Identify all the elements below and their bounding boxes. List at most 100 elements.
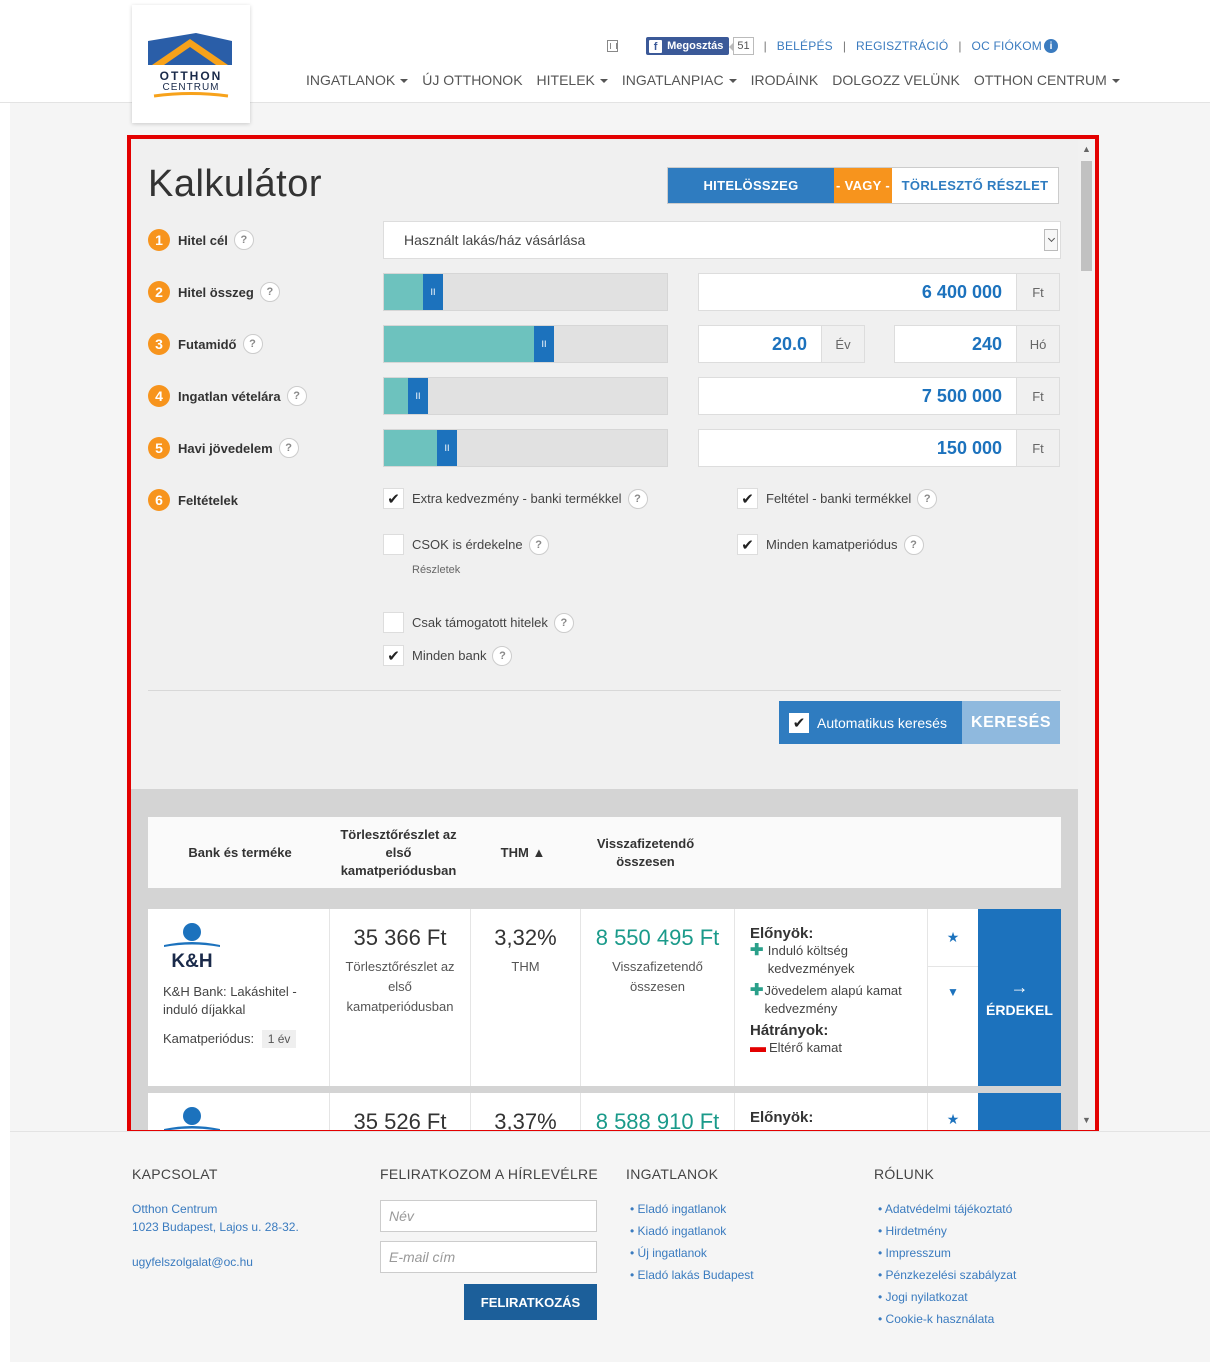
header-installment[interactable]: Törlesztőrészlet az első kamatperiódusba… (331, 826, 466, 880)
nav-item-hitelek[interactable]: HITELEK (537, 72, 608, 88)
product-name[interactable]: K&H Bank: Lakáshitel - induló díjakkal (163, 983, 313, 1019)
term-months-input[interactable]: 240 (894, 325, 1017, 363)
interested-button[interactable]: → ÉRDEKEL (978, 909, 1061, 1086)
pros-title: Előnyök: (750, 925, 814, 942)
account-link[interactable]: OC FIÓKOM (972, 39, 1042, 53)
only-supported-checkbox[interactable]: Csak támogatott hitelek ? (383, 612, 574, 633)
star-icon: ★ (946, 1111, 960, 1127)
top-bar: f Megosztás 51 | BELÉPÉS | REGISZTRÁCIÓ … (607, 36, 1058, 56)
info-icon[interactable]: i (1044, 39, 1058, 53)
footer-newsletter-title: FELIRATKOZOM A HÍRLEVÉLRE (380, 1166, 599, 1182)
otthon-centrum-logo[interactable]: OTTHON CENTRUM (132, 5, 250, 123)
expand-button[interactable]: ▼ (928, 985, 978, 999)
search-button[interactable]: KERESÉS (962, 701, 1060, 744)
newsletter-email-input[interactable]: E-mail cím (380, 1241, 597, 1273)
footer-link[interactable]: • Pénzkezelési szabályzat (878, 1264, 1016, 1286)
login-link[interactable]: BELÉPÉS (777, 39, 833, 53)
chevron-down-icon (1044, 229, 1058, 251)
property-price-slider[interactable]: II (383, 377, 668, 415)
scroll-down-icon[interactable]: ▼ (1082, 1115, 1091, 1125)
monthly-income-slider[interactable]: II (383, 429, 668, 467)
facebook-icon: f (649, 39, 663, 53)
property-price-input[interactable]: 7 500 000 (698, 377, 1017, 415)
all-periods-checkbox[interactable]: ✔ Minden kamatperiódus ? (737, 534, 924, 555)
footer-link[interactable]: • Adatvédelmi tájékoztató (878, 1198, 1016, 1220)
thm-column: 3,32% THM (471, 909, 581, 1086)
help-icon[interactable]: ? (286, 386, 307, 406)
mode-loan-amount-button[interactable]: HITELÖSSZEG (668, 168, 834, 203)
nav-item-ingatlanok[interactable]: INGATLANOK (306, 72, 409, 88)
nav-item-otthon-centrum[interactable]: OTTHON CENTRUM (974, 72, 1120, 88)
help-icon[interactable]: ? (242, 334, 263, 354)
nav-item-dolgozz-velunk[interactable]: DOLGOZZ VELÜNK (832, 72, 960, 88)
loan-amount-input[interactable]: 6 400 000 (698, 273, 1017, 311)
loan-purpose-select[interactable]: Használt lakás/ház vásárlása (383, 221, 1061, 259)
help-icon[interactable]: ? (259, 282, 280, 302)
installment-column: 35 366 Ft Törlesztőrészlet az első kamat… (330, 909, 471, 1086)
extra-discount-checkbox[interactable]: ✔ Extra kedvezmény - banki termékkel ? (383, 488, 648, 509)
csok-checkbox[interactable]: CSOK is érdekelne ? (383, 534, 549, 555)
scroll-thumb[interactable] (1081, 161, 1092, 271)
help-icon[interactable]: ? (553, 612, 574, 633)
mode-installment-button[interactable]: TÖRLESZTŐ RÉSZLET (892, 168, 1058, 203)
header-total[interactable]: Visszafizetendő összesen (588, 835, 703, 871)
favorite-button[interactable]: ★ (928, 1111, 978, 1128)
slider-handle[interactable]: II (437, 430, 457, 466)
help-icon[interactable]: ? (903, 534, 924, 555)
help-icon[interactable]: ? (278, 438, 299, 458)
all-banks-checkbox[interactable]: ✔ Minden bank ? (383, 645, 513, 666)
footer-email[interactable]: ugyfelszolgalat@oc.hu (132, 1255, 253, 1269)
footer-link[interactable]: • Új ingatlanok (630, 1242, 754, 1264)
checkmark-icon: ✔ (737, 534, 758, 555)
help-icon[interactable]: ? (233, 230, 254, 250)
register-link[interactable]: REGISZTRÁCIÓ (856, 39, 948, 53)
nav-item-irodaink[interactable]: IRODÁINK (751, 72, 819, 88)
interested-button[interactable] (978, 1093, 1061, 1130)
newsletter-subscribe-button[interactable]: FELIRATKOZÁS (464, 1284, 597, 1320)
footer-about-title: RÓLUNK (874, 1166, 935, 1182)
footer-company-name[interactable]: Otthon Centrum (132, 1202, 217, 1216)
footer-link[interactable]: • Impresszum (878, 1242, 1016, 1264)
footer-link[interactable]: • Kiadó ingatlanok (630, 1220, 754, 1242)
footer-link[interactable]: • Hirdetmény (878, 1220, 1016, 1242)
row-term-label: 3 Futamidő ? (148, 333, 263, 355)
help-icon[interactable]: ? (917, 488, 938, 509)
scrollbar[interactable]: ▲ ▼ (1078, 139, 1095, 1130)
help-icon[interactable]: ? (627, 488, 648, 509)
monthly-income-input[interactable]: 150 000 (698, 429, 1017, 467)
term-months-unit: Hó (1017, 325, 1060, 363)
footer-link[interactable]: • Eladó ingatlanok (630, 1198, 754, 1220)
footer-link[interactable]: • Eladó lakás Budapest (630, 1264, 754, 1286)
scroll-up-icon[interactable]: ▲ (1082, 144, 1091, 154)
slider-handle[interactable]: II (423, 274, 443, 310)
header-bank[interactable]: Bank és terméke (176, 844, 304, 862)
total-column: 8 550 495 Ft Visszafizetendő összesen (581, 909, 735, 1086)
site-header: OTTHON CENTRUM f Megosztás 51 | BELÉPÉS … (0, 0, 1210, 123)
loan-amount-slider[interactable]: II (383, 273, 668, 311)
details-link[interactable]: Részletek (412, 564, 460, 576)
term-years-input[interactable]: 20.0 (698, 325, 822, 363)
caret-down-icon (599, 79, 608, 84)
auto-search-toggle[interactable]: ✔ Automatikus keresés (779, 701, 962, 744)
calculator-title: Kalkulátor (148, 163, 322, 205)
row-monthly-income-label: 5 Havi jövedelem ? (148, 437, 299, 459)
footer-address[interactable]: 1023 Budapest, Lajos u. 28-32. (132, 1220, 299, 1234)
header-thm[interactable]: THM ▲ (488, 844, 558, 862)
term-slider[interactable]: II (383, 325, 668, 363)
nav-item-uj-otthonok[interactable]: ÚJ OTTHONOK (422, 72, 522, 88)
condition-bank-checkbox[interactable]: ✔ Feltétel - banki termékkel ? (737, 488, 938, 509)
footer-link[interactable]: • Cookie-k használata (878, 1308, 1016, 1330)
pros-cons-column: Előnyök: ✚ Induló költség kedvezmények ✚ J… (735, 909, 928, 1086)
slider-handle[interactable]: II (408, 378, 428, 414)
help-icon[interactable]: ? (528, 534, 549, 555)
building-icon[interactable] (607, 40, 619, 52)
mode-or-label: - VAGY - (834, 168, 892, 203)
help-icon[interactable]: ? (492, 645, 513, 666)
footer-link[interactable]: • Jogi nyilatkozat (878, 1286, 1016, 1308)
slider-handle[interactable]: II (534, 326, 554, 362)
interest-period: Kamatperiódus: 1 év (163, 1030, 297, 1048)
newsletter-name-input[interactable]: Név (380, 1200, 597, 1232)
favorite-button[interactable]: ★ (928, 909, 978, 967)
nav-item-ingatlanpiac[interactable]: INGATLANPIAC (622, 72, 737, 88)
facebook-share-button[interactable]: f Megosztás (646, 37, 730, 55)
